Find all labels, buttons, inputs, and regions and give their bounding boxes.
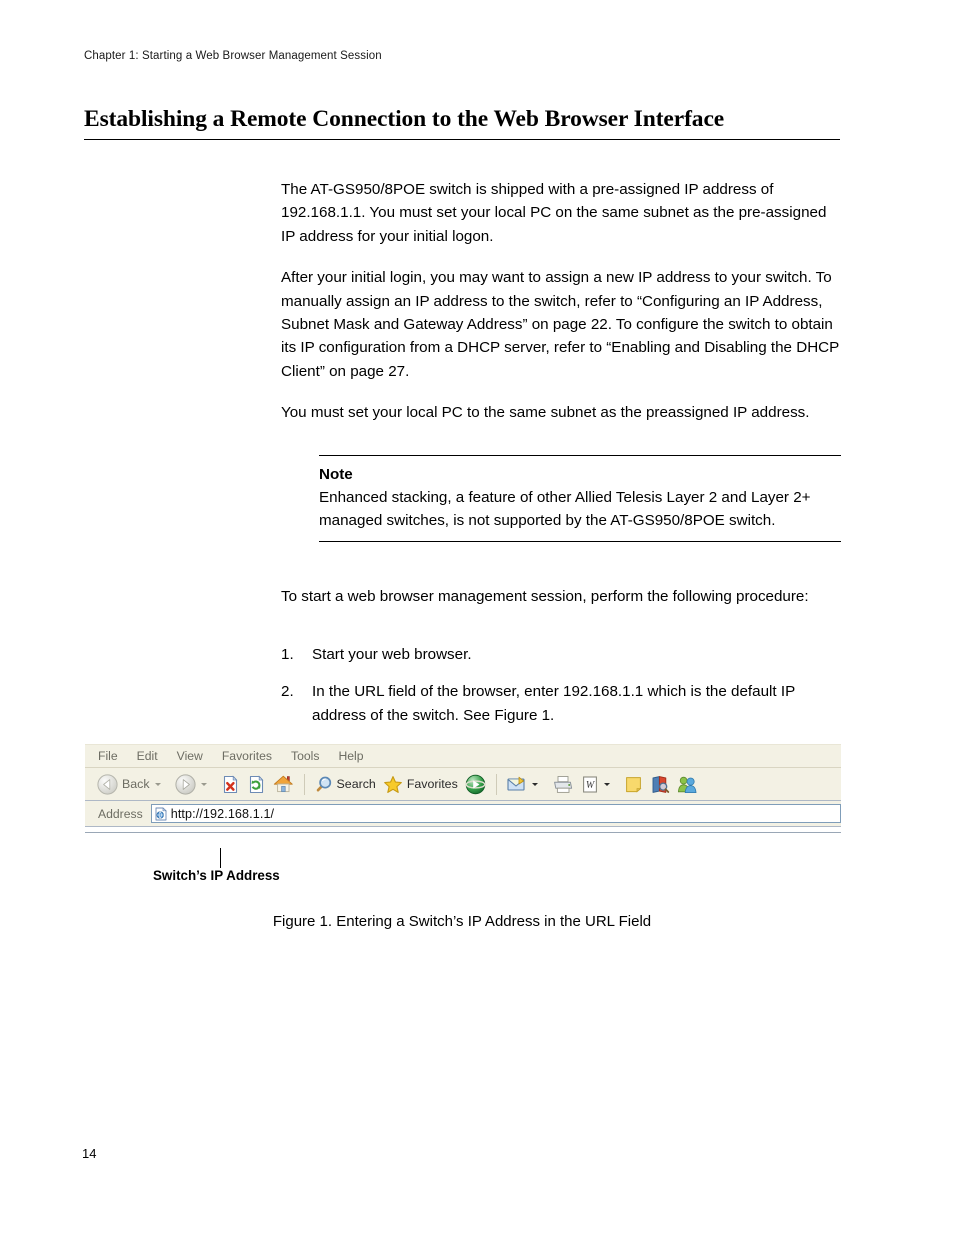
page-number: 14 [82, 1146, 97, 1161]
search-button[interactable]: Search [311, 771, 379, 798]
stop-icon [221, 774, 240, 794]
browser-address-bar: Address http://192.168.1.1/ [85, 801, 841, 827]
back-dropdown-icon[interactable] [154, 782, 161, 786]
forward-arrow-icon [174, 773, 196, 795]
body-text-column: The AT-GS950/8POE switch is shipped with… [281, 178, 841, 425]
search-button-label: Search [336, 777, 376, 791]
browser-window-figure: File Edit View Favorites Tools Help Back… [85, 744, 841, 833]
refresh-icon [247, 774, 266, 794]
page-globe-icon [154, 806, 168, 821]
mail-icon [506, 775, 527, 793]
print-button[interactable] [549, 771, 577, 798]
favorites-button-label: Favorites [406, 777, 458, 791]
magnifier-icon [314, 775, 333, 794]
running-header: Chapter 1: Starting a Web Browser Manage… [84, 50, 382, 62]
mail-dropdown-icon[interactable] [531, 782, 538, 786]
menu-item-view[interactable]: View [177, 749, 203, 763]
home-icon [273, 774, 294, 794]
menu-item-help[interactable]: Help [338, 749, 363, 763]
menu-item-tools[interactable]: Tools [291, 749, 319, 763]
list-item-text: In the URL field of the browser, enter 1… [312, 683, 795, 724]
toolbar-separator [303, 773, 305, 795]
list-item: 1. Start your web browser. [281, 643, 846, 666]
browser-menubar: File Edit View Favorites Tools Help [85, 745, 841, 768]
notes-button[interactable] [621, 771, 646, 798]
list-item-text: Start your web browser. [312, 646, 472, 663]
word-editor-icon: W [581, 775, 599, 794]
paragraph-1: The AT-GS950/8POE switch is shipped with… [281, 181, 827, 245]
edit-dropdown-icon[interactable] [603, 782, 610, 786]
research-button[interactable] [647, 771, 673, 798]
research-icon [650, 775, 670, 794]
mail-button[interactable] [503, 771, 548, 798]
note-box: Note Enhanced stacking, a feature of oth… [319, 455, 841, 542]
forward-button[interactable] [172, 771, 217, 798]
page-title: Establishing a Remote Connection to the … [84, 106, 725, 132]
note-body: Enhanced stacking, a feature of other Al… [319, 489, 811, 530]
address-input[interactable]: http://192.168.1.1/ [150, 804, 841, 823]
stop-button[interactable] [218, 771, 243, 798]
procedure-intro: To start a web browser management sessio… [281, 588, 809, 605]
browser-content-area [85, 827, 841, 833]
menu-item-file[interactable]: File [98, 749, 118, 763]
printer-icon [552, 775, 574, 794]
list-item: 2. In the URL field of the browser, ente… [281, 680, 846, 727]
messenger-button[interactable] [674, 771, 701, 798]
callout-label: Switch’s IP Address [153, 868, 280, 883]
address-bar-label: Address [98, 806, 143, 821]
forward-dropdown-icon[interactable] [200, 782, 207, 786]
messenger-icon [677, 775, 698, 794]
refresh-button[interactable] [244, 771, 269, 798]
star-icon [383, 775, 403, 794]
home-button[interactable] [270, 771, 297, 798]
back-button[interactable]: Back [94, 771, 171, 798]
media-icon [465, 774, 486, 795]
paragraph-3: You must set your local PC to the same s… [281, 404, 810, 422]
callout-leader-line [220, 848, 222, 868]
back-button-label: Back [122, 777, 150, 791]
note-title: Note [319, 466, 353, 483]
address-url-text: http://192.168.1.1/ [170, 806, 275, 821]
media-button[interactable] [462, 771, 489, 798]
procedure-list: 1. Start your web browser. 2. In the URL… [281, 643, 846, 741]
browser-toolbar: Back Search Favorites W [85, 768, 841, 801]
favorites-button[interactable]: Favorites [380, 771, 461, 798]
figure-caption: Figure 1. Entering a Switch’s IP Address… [272, 913, 652, 930]
heading-divider [84, 139, 840, 141]
toolbar-separator [495, 773, 497, 795]
list-item-number: 2. [281, 683, 294, 701]
yellow-note-icon [624, 775, 643, 794]
menu-item-favorites[interactable]: Favorites [222, 749, 272, 763]
back-arrow-icon [97, 773, 118, 795]
paragraph-2: After your initial login, you may want t… [281, 269, 839, 380]
menu-item-edit[interactable]: Edit [137, 749, 158, 763]
list-item-number: 1. [281, 646, 294, 663]
edit-button[interactable]: W [578, 771, 620, 798]
